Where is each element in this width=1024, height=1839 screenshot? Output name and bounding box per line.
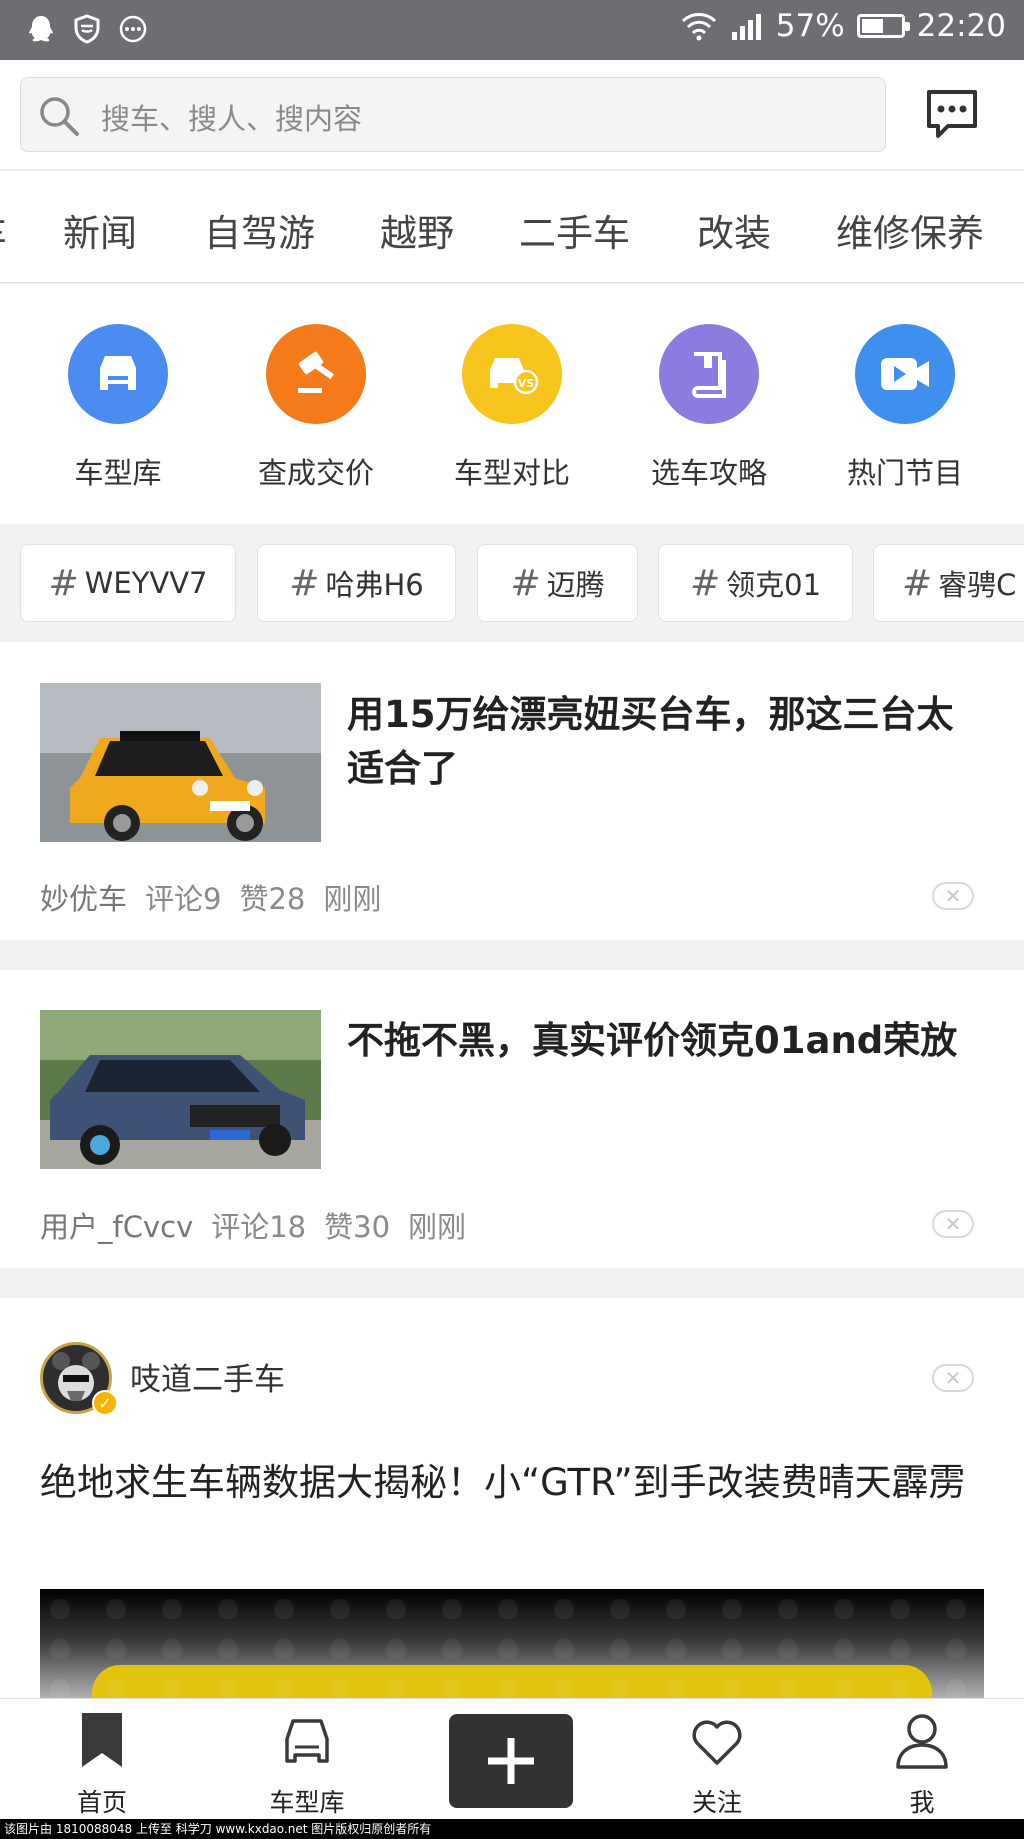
nav-follow-label: 关注 [691,1788,742,1817]
hashtag-row: # WEYVV7 # 哈弗H6 # 迈腾 # 领克01 # 睿骋C [0,524,1024,642]
tab-offroad[interactable]: 越野 [380,203,454,257]
nav-car-models[interactable]: 车型库 [237,1711,377,1819]
search-placeholder: 搜车、搜人、搜内容 [101,102,363,136]
search-icon [40,97,79,136]
article-comments: 评论9 [145,882,222,916]
publish-button[interactable] [449,1714,573,1808]
shortcut-grid: 车型库 查成交价 VS 车型对比 选车攻略 热门节目 [0,284,1024,524]
person-icon [896,1714,948,1769]
nav-me-label: 我 [909,1788,935,1817]
hashtag-chip[interactable]: # 迈腾 [477,544,638,622]
search-header: 搜车、搜人、搜内容 [0,60,1024,170]
article-title[interactable]: 不拖不黑，真实评价领克01and荣放 [347,1014,967,1068]
category-tabs: 车 新闻 自驾游 越野 二手车 改装 维修保养 [0,171,1024,283]
heart-icon [692,1720,742,1765]
hash-icon: # [689,562,721,604]
status-bar: 57% 22:20 [0,0,1024,60]
article-meta: 用户_fCvcv 评论18 赞30 刚刚 [40,1204,484,1246]
shortcut-hot-shows[interactable]: 热门节目 [825,324,985,492]
article-thumbnail [40,683,321,842]
article-author[interactable]: 用户_fCvcv [40,1210,193,1244]
battery-fill [861,19,884,33]
shortcut-compare[interactable]: VS 车型对比 [432,324,592,492]
search-input[interactable]: 搜车、搜人、搜内容 [20,77,886,152]
shortcut-car-models[interactable]: 车型库 [38,324,198,492]
battery-icon [856,14,910,38]
nav-home[interactable]: 首页 [32,1711,172,1819]
article-likes: 赞28 [239,882,306,916]
tab-maintenance[interactable]: 维修保养 [836,203,984,257]
shortcut-buying-guide[interactable]: 选车攻略 [629,324,789,492]
bookmark-icon [82,1713,122,1767]
battery-percent: 57% [775,8,845,44]
article-title[interactable]: 用15万给漂亮妞买台车，那这三台太适合了 [347,688,967,796]
dismiss-icon[interactable]: ✕ [932,882,974,910]
wifi-icon [681,13,716,41]
gavel-icon [266,324,366,424]
hash-icon: # [48,562,79,604]
nav-home-label: 首页 [76,1788,127,1817]
car-vs-icon: VS [462,324,562,424]
bottom-navigation: 首页 车型库 关注 我 [0,1698,1024,1819]
message-icon[interactable] [924,86,980,142]
hashtag-chip[interactable]: # 哈弗H6 [257,544,456,622]
hashtag-label: WEYVV7 [84,566,208,600]
shield-icon [72,14,102,44]
feed-card[interactable]: 用15万给漂亮妞买台车，那这三台太适合了 妙优车 评论9 赞28 刚刚 ✕ [0,642,1024,940]
more-dots-icon [118,14,148,44]
plus-icon [488,1738,534,1784]
article-author[interactable]: 妙优车 [40,882,127,916]
shortcut-label: 热门节目 [846,456,963,490]
shortcut-label: 选车攻略 [650,456,767,490]
nav-me[interactable]: 我 [852,1711,992,1819]
article-time: 刚刚 [408,1210,467,1244]
tab-news[interactable]: 新闻 [63,203,137,257]
article-thumbnail [40,1010,321,1169]
verified-icon: ✓ [92,1390,118,1416]
app-screen: 57% 22:20 搜车、搜人、搜内容 车 新闻 自驾游 越野 二手车 改装 维… [0,0,1024,1839]
tab-self-drive[interactable]: 自驾游 [204,203,315,257]
article-likes: 赞30 [324,1210,391,1244]
signal-icon [731,14,761,40]
book-icon [659,324,759,424]
video-icon [855,324,955,424]
dismiss-icon[interactable]: ✕ [932,1210,974,1238]
tab-category-partial[interactable]: 车 [0,203,7,257]
article-cover-image [40,1589,984,1704]
hashtag-chip[interactable]: # 睿骋C [873,544,1024,622]
watermark-strip: 该图片由 1810088048 上传至 科学刀 www.kxdao.net 图片… [0,1819,1024,1839]
article-title[interactable]: 绝地求生车辆数据大揭秘！小“GTR”到手改装费晴天霹雳 [40,1454,990,1512]
hash-icon: # [902,562,933,604]
car-icon [285,1719,329,1763]
hash-icon: # [510,562,541,604]
dismiss-icon[interactable]: ✕ [932,1364,974,1392]
clock: 22:20 [916,8,1006,44]
nav-car-models-label: 车型库 [269,1788,345,1817]
hash-icon: # [289,562,320,604]
svg-text:VS: VS [518,377,535,390]
shortcut-deal-price[interactable]: 查成交价 [236,324,396,492]
tab-used-car[interactable]: 二手车 [519,203,630,257]
qq-icon [26,14,56,44]
article-comments: 评论18 [211,1210,307,1244]
hashtag-chip[interactable]: # WEYVV7 [20,544,236,622]
hashtag-label: 哈弗H6 [325,568,424,602]
hashtag-chip[interactable]: # 领克01 [658,544,853,622]
article-meta: 妙优车 评论9 赞28 刚刚 [40,876,399,918]
account-name[interactable]: 吱道二手车 [130,1354,285,1399]
shortcut-label: 查成交价 [257,456,374,490]
shortcut-label: 车型对比 [453,456,570,490]
hashtag-label: 领克01 [726,568,822,602]
article-time: 刚刚 [323,882,382,916]
feed-card[interactable]: 不拖不黑，真实评价领克01and荣放 用户_fCvcv 评论18 赞30 刚刚 ✕ [0,970,1024,1268]
tab-modification[interactable]: 改装 [697,203,771,257]
nav-follow[interactable]: 关注 [647,1711,787,1819]
hashtag-label: 睿骋C [938,568,1017,602]
shortcut-label: 车型库 [74,456,162,490]
car-front-icon [68,324,168,424]
hashtag-label: 迈腾 [546,568,605,602]
feed-card[interactable]: ✓ 吱道二手车 ✕ 绝地求生车辆数据大揭秘！小“GTR”到手改装费晴天霹雳 [0,1298,1024,1704]
